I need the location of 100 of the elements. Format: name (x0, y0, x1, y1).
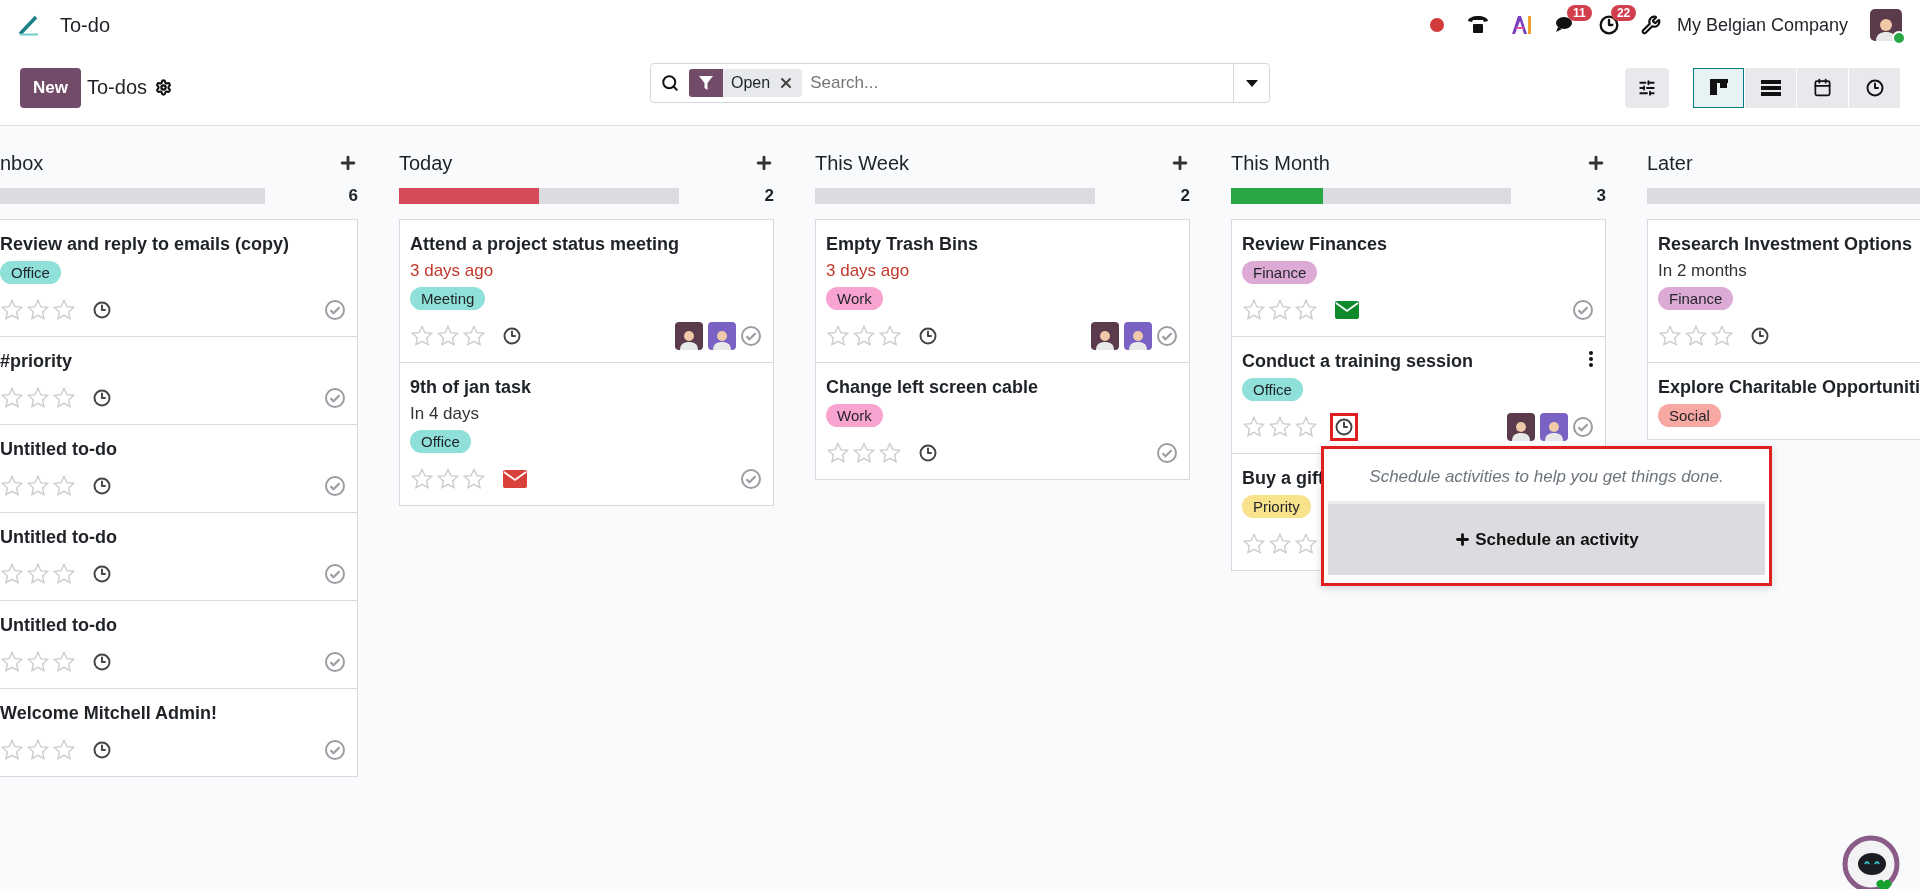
star-icon[interactable] (52, 562, 76, 586)
record-icon[interactable] (1428, 17, 1445, 33)
star-icon[interactable] (1242, 415, 1266, 439)
check-circle-icon[interactable] (325, 388, 345, 408)
todo-card[interactable]: Review Finances Finance (1231, 219, 1606, 337)
star-icon[interactable] (52, 386, 76, 410)
star-icon[interactable] (52, 474, 76, 498)
check-circle-icon[interactable] (325, 740, 345, 760)
filter-facet[interactable]: Open (689, 69, 803, 97)
star-icon[interactable] (852, 441, 876, 465)
star-icon[interactable] (1658, 324, 1682, 348)
search-icon[interactable] (661, 74, 679, 92)
user-avatar[interactable] (1870, 9, 1902, 41)
column-count: 2 (1180, 186, 1190, 206)
app-title[interactable]: To-do (60, 13, 111, 37)
todo-card[interactable]: Untitled to-do (0, 512, 358, 601)
todo-card[interactable]: #priority (0, 336, 358, 425)
add-card-icon[interactable] (1170, 153, 1190, 173)
star-icon[interactable] (52, 738, 76, 762)
star-icon[interactable] (1268, 532, 1292, 556)
todo-card[interactable]: Review and reply to emails (copy) Office (0, 219, 358, 337)
check-circle-icon[interactable] (325, 300, 345, 320)
star-icon[interactable] (1268, 298, 1292, 322)
todo-card[interactable]: Research Investment Options In 2 months Finance (1647, 219, 1920, 363)
star-icon[interactable] (1242, 298, 1266, 322)
star-icon[interactable] (26, 738, 50, 762)
activity-view-button[interactable] (1849, 67, 1900, 108)
new-button[interactable]: New (20, 67, 81, 108)
more-options-icon[interactable] (1589, 351, 1593, 367)
star-icon[interactable] (436, 467, 460, 491)
star-icon[interactable] (410, 324, 434, 348)
todo-card[interactable]: Welcome Mitchell Admin! (0, 688, 358, 777)
tag: Work (826, 287, 883, 310)
phone-icon[interactable] (1466, 15, 1489, 35)
star-icon[interactable] (1710, 324, 1734, 348)
star-icon[interactable] (826, 324, 850, 348)
star-icon[interactable] (852, 324, 876, 348)
activity-clock-button[interactable] (1330, 413, 1358, 441)
kanban-view-button[interactable] (1693, 67, 1744, 108)
star-icon[interactable] (0, 474, 24, 498)
star-icon[interactable] (0, 738, 24, 762)
star-icon[interactable] (26, 386, 50, 410)
add-card-icon[interactable] (754, 153, 774, 173)
check-circle-icon[interactable] (741, 326, 761, 346)
tools-icon[interactable] (1640, 15, 1661, 35)
todo-card[interactable]: Untitled to-do (0, 600, 358, 689)
star-icon[interactable] (1294, 298, 1318, 322)
star-icon[interactable] (52, 298, 76, 322)
star-icon[interactable] (1242, 532, 1266, 556)
filter-settings-button[interactable] (1625, 67, 1669, 108)
star-icon[interactable] (1294, 415, 1318, 439)
chatbot-icon[interactable] (1842, 835, 1900, 889)
tag: Social (1658, 404, 1721, 427)
star-icon[interactable] (1684, 324, 1708, 348)
todo-card[interactable]: Conduct a training session Office (1231, 336, 1606, 454)
add-card-icon[interactable] (338, 153, 358, 173)
star-icon[interactable] (0, 650, 24, 674)
star-icon[interactable] (26, 562, 50, 586)
check-circle-icon[interactable] (325, 476, 345, 496)
todo-card[interactable]: Attend a project status meeting 3 days ago Meeting (399, 219, 774, 363)
star-icon[interactable] (26, 298, 50, 322)
search-field[interactable]: Open Search... (650, 63, 1270, 103)
todo-card[interactable]: Change left screen cable Work (815, 362, 1190, 480)
todo-card[interactable]: Untitled to-do (0, 424, 358, 513)
schedule-activity-button[interactable]: Schedule an activity (1328, 501, 1765, 575)
check-circle-icon[interactable] (1157, 326, 1177, 346)
star-icon[interactable] (0, 562, 24, 586)
star-icon[interactable] (878, 441, 902, 465)
star-icon[interactable] (462, 467, 486, 491)
star-icon[interactable] (462, 324, 486, 348)
list-view-button[interactable] (1745, 67, 1796, 108)
app-logo-icon[interactable] (18, 14, 40, 36)
star-icon[interactable] (52, 650, 76, 674)
todo-card[interactable]: 9th of jan task In 4 days Office (399, 362, 774, 506)
card-title: Welcome Mitchell Admin! (0, 703, 218, 724)
star-icon[interactable] (410, 467, 434, 491)
company-name[interactable]: My Belgian Company (1676, 14, 1848, 36)
todo-card[interactable]: Explore Charitable Opportuniti Social (1647, 362, 1920, 440)
ai-icon[interactable] (1510, 15, 1533, 35)
check-circle-icon[interactable] (1157, 443, 1177, 463)
calendar-view-button[interactable] (1797, 67, 1848, 108)
star-icon[interactable] (878, 324, 902, 348)
check-circle-icon[interactable] (325, 564, 345, 584)
activity-clock-icon[interactable] (1598, 15, 1619, 35)
check-circle-icon[interactable] (325, 652, 345, 672)
star-icon[interactable] (0, 386, 24, 410)
check-circle-icon[interactable] (1573, 417, 1593, 437)
todo-card[interactable]: Empty Trash Bins 3 days ago Work (815, 219, 1190, 363)
star-icon[interactable] (26, 474, 50, 498)
check-circle-icon[interactable] (741, 469, 761, 489)
add-card-icon[interactable] (1586, 153, 1606, 173)
star-icon[interactable] (826, 441, 850, 465)
check-circle-icon[interactable] (1573, 300, 1593, 320)
star-icon[interactable] (26, 650, 50, 674)
star-icon[interactable] (436, 324, 460, 348)
star-icon[interactable] (1294, 532, 1318, 556)
star-icon[interactable] (1268, 415, 1292, 439)
star-icon[interactable] (0, 298, 24, 322)
settings-icon[interactable] (155, 79, 172, 96)
deadline-text: In 4 days (410, 404, 480, 424)
